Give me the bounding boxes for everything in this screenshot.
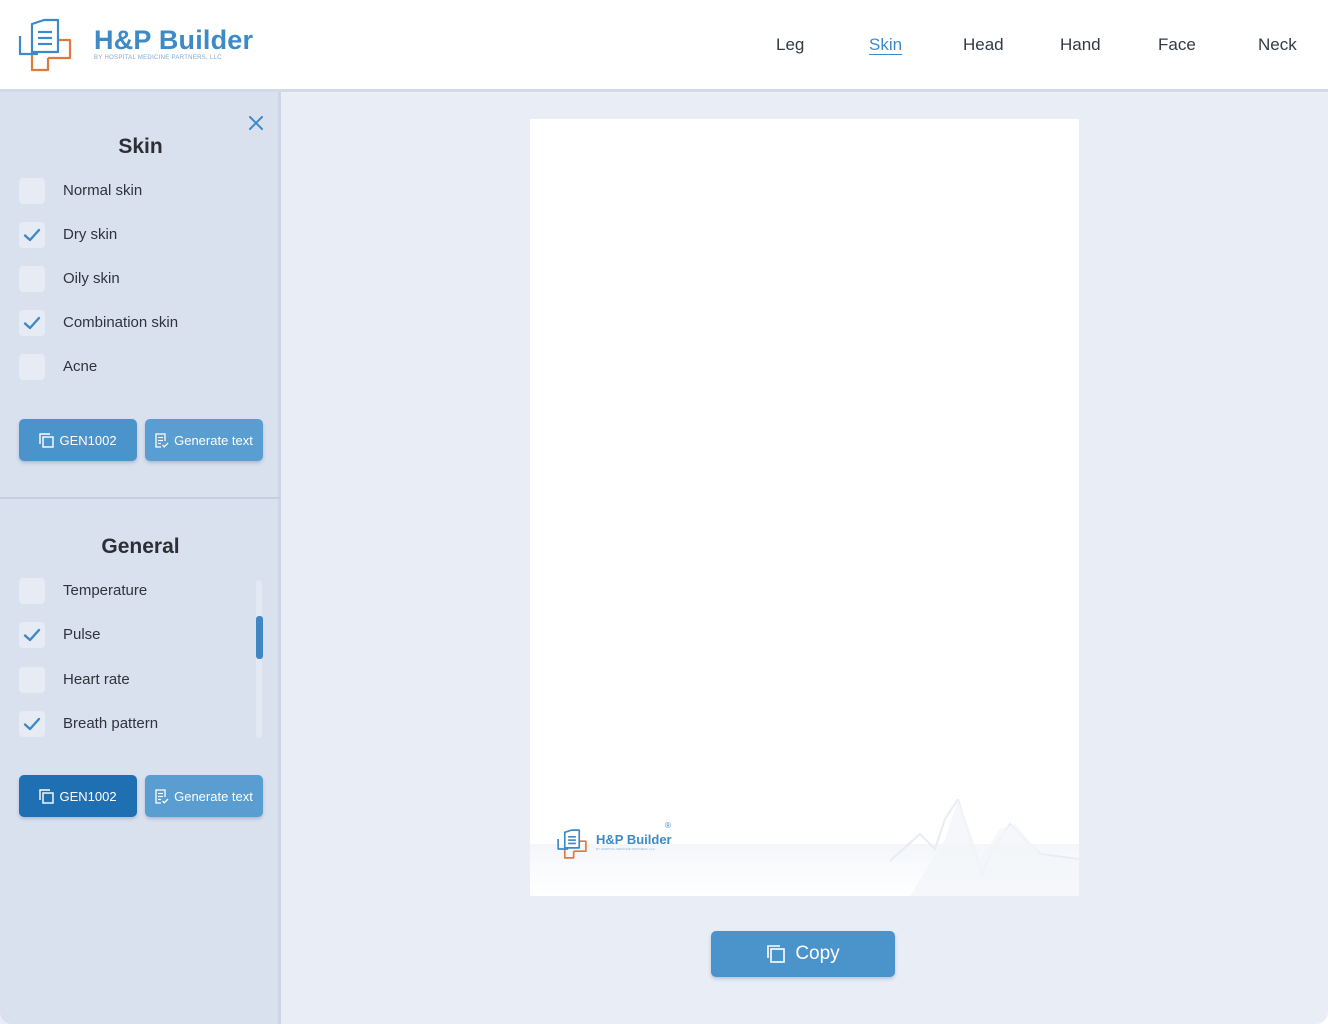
checkbox[interactable]: [19, 622, 45, 648]
nav-item-skin[interactable]: Skin: [869, 35, 902, 55]
general-scrollbar-track[interactable]: [256, 580, 262, 738]
top-header: H&P Builder BY HOSPITAL MEDICINE PARTNER…: [0, 0, 1328, 92]
checkbox-label: Acne: [63, 358, 98, 375]
checkbox-label: Breath pattern: [63, 715, 159, 732]
section-divider: [0, 497, 281, 499]
nav-item-head[interactable]: Head: [963, 35, 1004, 55]
checkmark-icon: [23, 717, 41, 731]
checkbox[interactable]: [19, 266, 45, 292]
checkbox-label: Heart rate: [63, 671, 130, 688]
nav-item-leg[interactable]: Leg: [776, 35, 804, 55]
checkbox[interactable]: [19, 178, 45, 204]
checkbox-label: Normal skin: [63, 182, 143, 199]
checkbox[interactable]: [19, 578, 45, 604]
skin-generate-text-button[interactable]: Generate text: [145, 419, 263, 461]
checkbox[interactable]: [19, 354, 45, 380]
registered-mark: ®: [665, 821, 671, 830]
checkbox[interactable]: [19, 667, 45, 693]
checkbox[interactable]: [19, 222, 45, 248]
button-label: GEN1002: [59, 788, 117, 804]
checkbox[interactable]: [19, 711, 45, 737]
button-label: Generate text: [174, 432, 253, 448]
checkmark-icon: [23, 628, 41, 642]
checkbox-label: Combination skin: [63, 314, 179, 331]
copy-icon: [39, 788, 55, 804]
checkbox-normal-skin[interactable]: Normal skin: [19, 178, 259, 204]
checkbox-dry-skin[interactable]: Dry skin: [19, 222, 259, 248]
checkbox-label: Pulse: [63, 626, 101, 643]
copy-button[interactable]: Copy: [711, 931, 895, 977]
checkbox-label: Oily skin: [63, 270, 120, 287]
skin-section-title: Skin: [118, 135, 163, 158]
button-label: GEN1002: [59, 432, 117, 448]
checkbox-breath-pattern[interactable]: Breath pattern: [19, 711, 259, 737]
nav-item-neck[interactable]: Neck: [1258, 35, 1297, 55]
checkbox-label: Temperature: [63, 582, 148, 599]
copy-button-label: Copy: [795, 943, 840, 964]
close-icon[interactable]: [247, 114, 265, 132]
copy-icon: [767, 945, 786, 963]
checkbox-heart-rate[interactable]: Heart rate: [19, 667, 259, 693]
general-scrollbar-thumb[interactable]: [256, 616, 263, 659]
checkbox-oily-skin[interactable]: Oily skin: [19, 266, 259, 292]
mountain-decoration-icon: [890, 799, 1079, 896]
checkbox-acne[interactable]: Acne: [19, 354, 259, 380]
skin-code-button[interactable]: GEN1002: [19, 419, 137, 461]
document-check-icon: [155, 432, 169, 448]
general-code-button[interactable]: GEN1002: [19, 775, 137, 817]
nav-item-hand[interactable]: Hand: [1060, 35, 1101, 55]
main-area: Skin Normal skin Dry skin Oily skin Comb…: [0, 92, 1328, 1024]
document-brand-title: H&P Builder: [596, 832, 672, 847]
document-brand-subtitle: BY HOSPITAL MEDICINE PARTNERS, LLC: [596, 847, 655, 851]
nav-item-face[interactable]: Face: [1158, 35, 1196, 55]
general-section-title: General: [101, 535, 180, 558]
checkmark-icon: [23, 228, 41, 242]
checkbox-temperature[interactable]: Temperature: [19, 578, 259, 604]
checkbox-label: Dry skin: [63, 226, 118, 243]
button-label: Generate text: [174, 788, 253, 804]
document-preview: ® H&P Builder BY HOSPITAL MEDICINE PARTN…: [530, 119, 1079, 896]
checkbox-combination-skin[interactable]: Combination skin: [19, 310, 259, 336]
checkmark-icon: [23, 316, 41, 330]
checkbox[interactable]: [19, 310, 45, 336]
top-nav: Leg Skin Head Hand Face Neck: [0, 35, 1328, 59]
checkbox-pulse[interactable]: Pulse: [19, 622, 259, 648]
document-brand: H&P Builder BY HOSPITAL MEDICINE PARTNER…: [596, 832, 672, 851]
general-generate-text-button[interactable]: Generate text: [145, 775, 263, 817]
document-check-icon: [155, 788, 169, 804]
copy-icon: [39, 432, 55, 448]
hp-builder-logo-icon: [557, 829, 587, 859]
sidebar-panel: Skin Normal skin Dry skin Oily skin Comb…: [0, 92, 281, 1024]
